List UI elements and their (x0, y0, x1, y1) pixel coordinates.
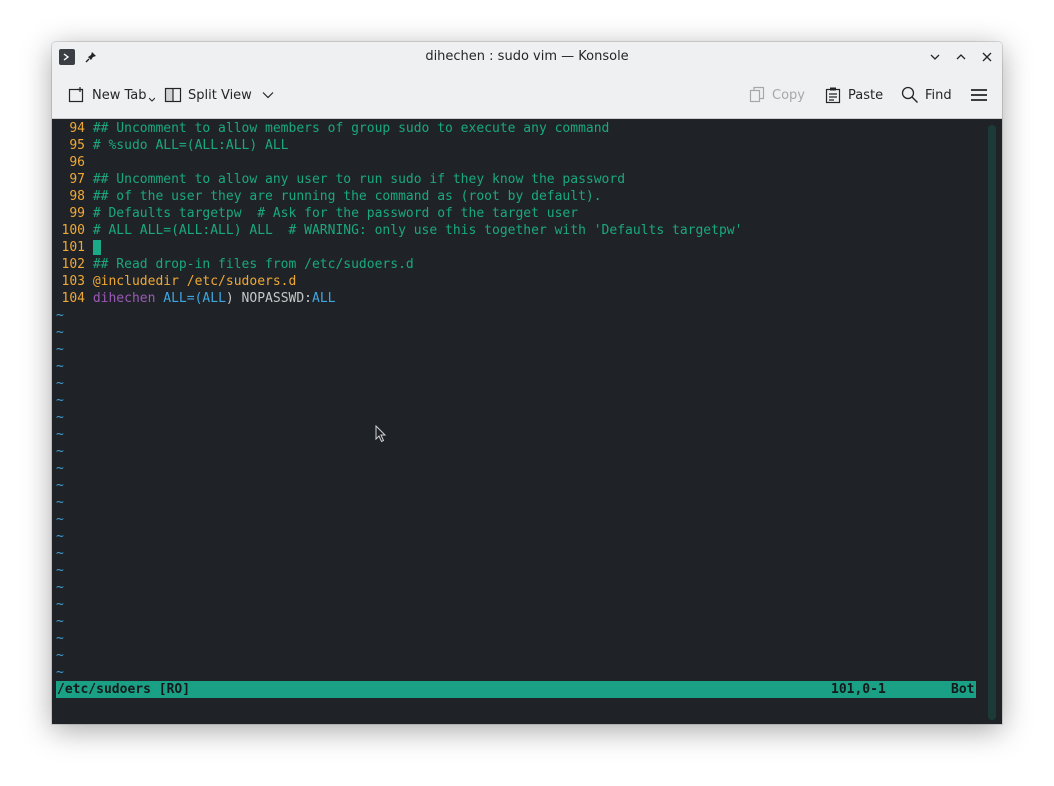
empty-line-tilde: ~ (56, 580, 64, 595)
editor-line: 98 ## of the user they are running the c… (56, 188, 976, 205)
editor-line: 99 # Defaults targetpw # Ask for the pas… (56, 205, 976, 222)
split-view-label: Split View (188, 87, 252, 103)
minimize-icon[interactable] (926, 48, 944, 66)
editor-line: 95 # %sudo ALL=(ALL:ALL) ALL (56, 137, 976, 154)
line-text: @includedir /etc/sudoers.d (92, 274, 297, 289)
keyword-all: ALL (163, 291, 187, 306)
find-label: Find (925, 87, 952, 103)
line-text: # %sudo ALL=(ALL:ALL) ALL (92, 138, 289, 153)
empty-line-tilde: ~ (56, 325, 64, 340)
empty-line-tilde: ~ (56, 631, 64, 646)
line-text: ## Uncomment to allow members of group s… (92, 121, 610, 136)
editor-line: 97 ## Uncomment to allow any user to run… (56, 171, 976, 188)
empty-line-tilde: ~ (56, 563, 64, 578)
empty-line-tilde: ~ (56, 546, 64, 561)
sudoers-user: dihechen (92, 291, 156, 306)
line-number: 102 (61, 257, 85, 272)
line-number: 101 (61, 240, 85, 255)
editor-line: 102 ## Read drop-in files from /etc/sudo… (56, 256, 976, 273)
search-icon (901, 86, 918, 103)
line-text: ## Read drop-in files from /etc/sudoers.… (92, 257, 414, 272)
toolbar: New Tab Split View Copy Paste Find (52, 73, 1002, 119)
scrollbar[interactable] (988, 125, 996, 720)
empty-line-tilde: ~ (56, 665, 64, 680)
copy-button[interactable]: Copy (748, 82, 805, 108)
line-number: 97 (69, 172, 85, 187)
editor-line: 100 # ALL ALL=(ALL:ALL) ALL # WARNING: o… (56, 222, 976, 239)
nopasswd-text: ) NOPASSWD: (225, 291, 312, 306)
empty-line-tilde: ~ (56, 427, 64, 442)
empty-line-tilde: ~ (56, 597, 64, 612)
terminal-area[interactable]: 94 ## Uncomment to allow members of grou… (52, 119, 1002, 724)
konsole-window: dihechen : sudo vim — Konsole New Tab Sp… (52, 42, 1002, 724)
close-icon[interactable] (978, 48, 996, 66)
status-scroll: Bot (951, 682, 975, 697)
operator: =( (186, 291, 203, 306)
editor-line: 94 ## Uncomment to allow members of grou… (56, 120, 976, 137)
new-tab-label: New Tab (92, 87, 147, 103)
split-view-icon (164, 87, 182, 103)
mouse-pointer-icon (375, 425, 387, 443)
keyword-all: ALL (202, 291, 226, 306)
new-tab-icon (68, 87, 84, 103)
editor-line: 104 dihechen ALL=(ALL) NOPASSWD:ALL (56, 290, 976, 307)
maximize-icon[interactable] (952, 48, 970, 66)
paste-icon (825, 87, 841, 104)
find-button[interactable]: Find (901, 82, 952, 108)
line-text: # Defaults targetpw # Ask for the passwo… (92, 206, 579, 221)
empty-line-tilde: ~ (56, 410, 64, 425)
paste-label: Paste (848, 87, 884, 103)
line-number: 94 (69, 121, 85, 136)
empty-line-tilde: ~ (56, 444, 64, 459)
chevron-down-icon (262, 92, 274, 99)
editor-line: 101 (56, 239, 976, 256)
empty-line-tilde: ~ (56, 342, 64, 357)
new-tab-button[interactable]: New Tab (68, 82, 155, 108)
empty-line-tilde: ~ (56, 495, 64, 510)
split-view-button[interactable]: Split View (164, 82, 274, 108)
editor-line: 96 (56, 154, 976, 171)
empty-line-tilde: ~ (56, 393, 64, 408)
line-text: ## of the user they are running the comm… (92, 189, 602, 204)
chevron-down-icon (148, 97, 155, 102)
copy-icon (749, 86, 765, 103)
empty-line-tilde: ~ (56, 376, 64, 391)
line-text: ## Uncomment to allow any user to run su… (92, 172, 626, 187)
empty-line-tilde: ~ (56, 461, 64, 476)
empty-line-tilde: ~ (56, 359, 64, 374)
editor-line: 103 @includedir /etc/sudoers.d (56, 273, 976, 290)
empty-line-tilde: ~ (56, 512, 64, 527)
paste-button[interactable]: Paste (824, 82, 883, 108)
window-title: dihechen : sudo vim — Konsole (425, 49, 629, 64)
empty-line-tilde: ~ (56, 614, 64, 629)
empty-line-tilde: ~ (56, 478, 64, 493)
line-number: 99 (69, 206, 85, 221)
status-position: 101,0-1 (831, 682, 886, 697)
line-number: 96 (69, 155, 85, 170)
line-number: 98 (69, 189, 85, 204)
title-bar: dihechen : sudo vim — Konsole (52, 42, 1002, 73)
keyword-all: ALL (312, 291, 336, 306)
hamburger-menu-button[interactable] (970, 82, 988, 108)
text-cursor (92, 240, 101, 255)
line-text: # ALL ALL=(ALL:ALL) ALL # WARNING: only … (92, 223, 743, 238)
line-number: 100 (61, 223, 85, 238)
status-file: /etc/sudoers [RO] (57, 682, 191, 697)
empty-line-tilde: ~ (56, 308, 64, 323)
line-number: 95 (69, 138, 85, 153)
vim-status-bar: /etc/sudoers [RO] 101,0-1 Bot (56, 681, 976, 698)
empty-line-tilde: ~ (56, 648, 64, 663)
copy-label: Copy (772, 87, 805, 103)
empty-line-tilde: ~ (56, 529, 64, 544)
hamburger-menu-icon (971, 89, 987, 101)
line-number: 104 (61, 291, 85, 306)
line-number: 103 (61, 274, 85, 289)
